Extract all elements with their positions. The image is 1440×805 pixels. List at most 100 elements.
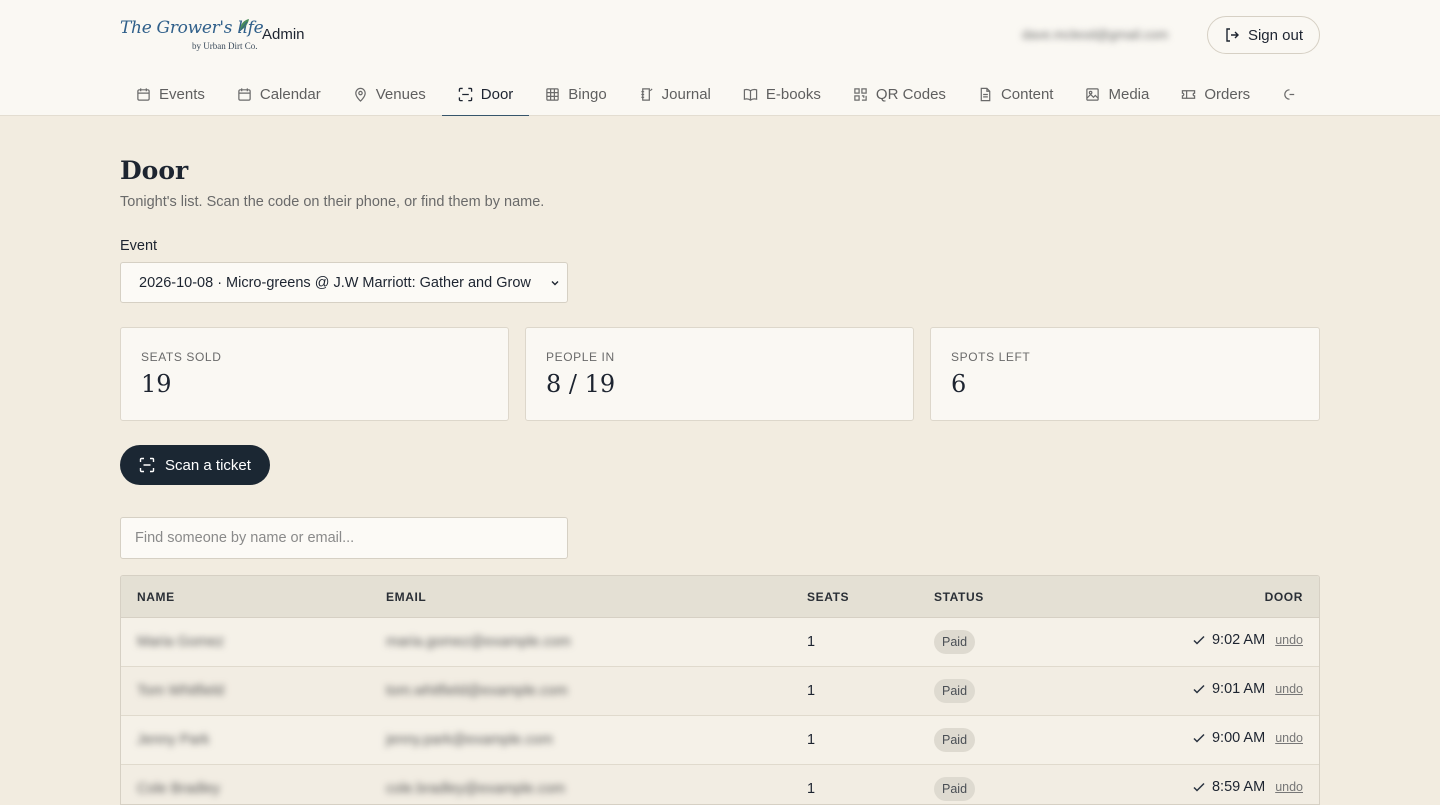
- grid-icon: [546, 87, 560, 101]
- user-email: dave.mcleod@gmail.com: [1022, 27, 1169, 42]
- sign-out-icon: [1226, 28, 1239, 42]
- tab-label: Bingo: [568, 85, 607, 103]
- overflow-icon: [1284, 88, 1295, 100]
- undo-link[interactable]: undo: [1275, 682, 1303, 696]
- tab-label: Calendar: [259, 85, 321, 103]
- tab-events[interactable]: Events: [120, 72, 221, 116]
- stat-label: PEOPLE IN: [546, 350, 615, 364]
- brand[interactable]: The Grower's life by Urban Dirt Co.: [120, 16, 264, 56]
- tab-label: QR Codes: [875, 85, 946, 103]
- event-label: Event: [120, 238, 158, 254]
- column-header-name[interactable]: NAME: [137, 590, 175, 604]
- column-header-seats[interactable]: SEATS: [807, 590, 849, 604]
- calendar-icon: [137, 87, 150, 101]
- leaf-icon: [239, 19, 249, 32]
- stat-label: SEATS SOLD: [141, 350, 222, 364]
- scan-ticket-label: Scan a ticket: [165, 456, 251, 474]
- status-badge: Paid: [934, 630, 976, 654]
- attendee-email: maria.gomez@example.com: [386, 634, 571, 650]
- stat-value: 8 / 19: [546, 370, 616, 398]
- chevron-down-icon: [551, 281, 559, 286]
- column-header-door[interactable]: DOOR: [1265, 590, 1303, 604]
- tab-bingo[interactable]: Bingo: [529, 72, 622, 116]
- logo-subtext: by Urban Dirt Co.: [192, 41, 258, 51]
- tab-label: Media: [1108, 85, 1150, 103]
- event-select[interactable]: 2026-10-08 · Micro-greens @ J.W Marriott…: [120, 262, 568, 303]
- undo-link[interactable]: undo: [1275, 780, 1303, 794]
- status-badge: Paid: [934, 777, 976, 801]
- checkin-time: 9:00 AM: [1211, 730, 1266, 746]
- admin-label: Admin: [262, 26, 305, 43]
- attendee-name: Tom Whitfield: [137, 683, 225, 699]
- attendee-email: tom.whitfield@example.com: [386, 683, 568, 699]
- top-bar: The Grower's life by Urban Dirt Co. Admi…: [0, 0, 1440, 116]
- tab-media[interactable]: Media: [1069, 72, 1165, 116]
- tab-door[interactable]: Door: [441, 72, 530, 116]
- image-icon: [1086, 87, 1100, 101]
- stat-label: SPOTS LEFT: [951, 350, 1031, 364]
- scan-icon: [458, 87, 473, 101]
- checkin-time: 8:59 AM: [1211, 779, 1266, 795]
- sign-out-button[interactable]: Sign out: [1207, 16, 1320, 54]
- tab-orders[interactable]: Orders: [1165, 72, 1266, 116]
- attendee-name: Maria Gomez: [137, 634, 225, 650]
- ticket-icon: [1182, 89, 1196, 99]
- column-header-email[interactable]: EMAIL: [386, 590, 426, 604]
- column-header-status[interactable]: STATUS: [934, 590, 984, 604]
- attendee-table: NAME EMAIL SEATS STATUS DOOR Maria Gomez…: [120, 575, 1320, 805]
- page-subtitle: Tonight's list. Scan the code on their p…: [120, 194, 545, 210]
- tab-label: Orders: [1204, 85, 1251, 103]
- tab-label: Door: [480, 85, 514, 103]
- tab-calendar[interactable]: Calendar: [221, 72, 337, 116]
- search-input[interactable]: [120, 517, 568, 559]
- nav-tabs: Events Calendar Venues Door Bingo Journa…: [120, 72, 1345, 116]
- tab-label: Events: [159, 85, 205, 103]
- event-selected-value: 2026-10-08 · Micro-greens @ J.W Marriott…: [139, 274, 531, 291]
- check-icon: [1193, 782, 1205, 792]
- checkin-time: 9:01 AM: [1211, 681, 1266, 697]
- check-icon: [1193, 733, 1205, 743]
- attendee-seats: 1: [807, 683, 816, 699]
- stat-seats-sold: SEATS SOLD 19: [120, 327, 509, 421]
- calendar-icon: [238, 87, 251, 101]
- door-checkin: 8:59 AM undo: [1192, 779, 1303, 795]
- tab-content[interactable]: Content: [962, 72, 1070, 116]
- map-pin-icon: [354, 87, 366, 102]
- logo[interactable]: The Grower's life by Urban Dirt Co.: [120, 16, 264, 56]
- undo-link[interactable]: undo: [1275, 731, 1303, 745]
- checkin-time: 9:02 AM: [1211, 632, 1266, 648]
- tab-label: Content: [1000, 85, 1054, 103]
- check-icon: [1193, 635, 1205, 645]
- file-icon: [980, 87, 991, 101]
- tab-overflow[interactable]: [1266, 72, 1313, 116]
- tab-ebooks[interactable]: E-books: [727, 72, 837, 116]
- qr-icon: [854, 87, 867, 101]
- attendee-seats: 1: [807, 634, 816, 650]
- attendee-name: Jenny Park: [137, 732, 210, 748]
- stat-people-in: PEOPLE IN 8 / 19: [525, 327, 914, 421]
- tab-label: E-books: [765, 85, 821, 103]
- stat-value: 6: [951, 370, 967, 398]
- book-icon: [743, 88, 758, 101]
- check-icon: [1193, 684, 1205, 694]
- undo-link[interactable]: undo: [1275, 633, 1303, 647]
- status-badge: Paid: [934, 679, 976, 703]
- tab-label: Journal: [661, 85, 711, 103]
- status-badge: Paid: [934, 728, 976, 752]
- table-row: Cole Bradley cole.bradley@example.com 1 …: [121, 765, 1319, 804]
- scan-ticket-button[interactable]: Scan a ticket: [120, 445, 270, 485]
- scan-icon: [139, 457, 155, 473]
- stat-value: 19: [141, 370, 172, 398]
- door-checkin: 9:00 AM undo: [1192, 730, 1303, 746]
- table-row: Maria Gomez maria.gomez@example.com 1 Pa…: [121, 618, 1319, 667]
- table-header: NAME EMAIL SEATS STATUS DOOR: [121, 576, 1319, 618]
- tab-qr-codes[interactable]: QR Codes: [837, 72, 962, 116]
- attendee-seats: 1: [807, 732, 816, 748]
- notebook-icon: [641, 87, 653, 101]
- door-checkin: 9:01 AM undo: [1192, 681, 1303, 697]
- tab-venues[interactable]: Venues: [337, 72, 442, 116]
- table-row: Jenny Park jenny.park@example.com 1 Paid…: [121, 716, 1319, 765]
- sign-out-label: Sign out: [1247, 26, 1304, 44]
- tab-label: Venues: [375, 85, 426, 103]
- tab-journal[interactable]: Journal: [623, 72, 727, 116]
